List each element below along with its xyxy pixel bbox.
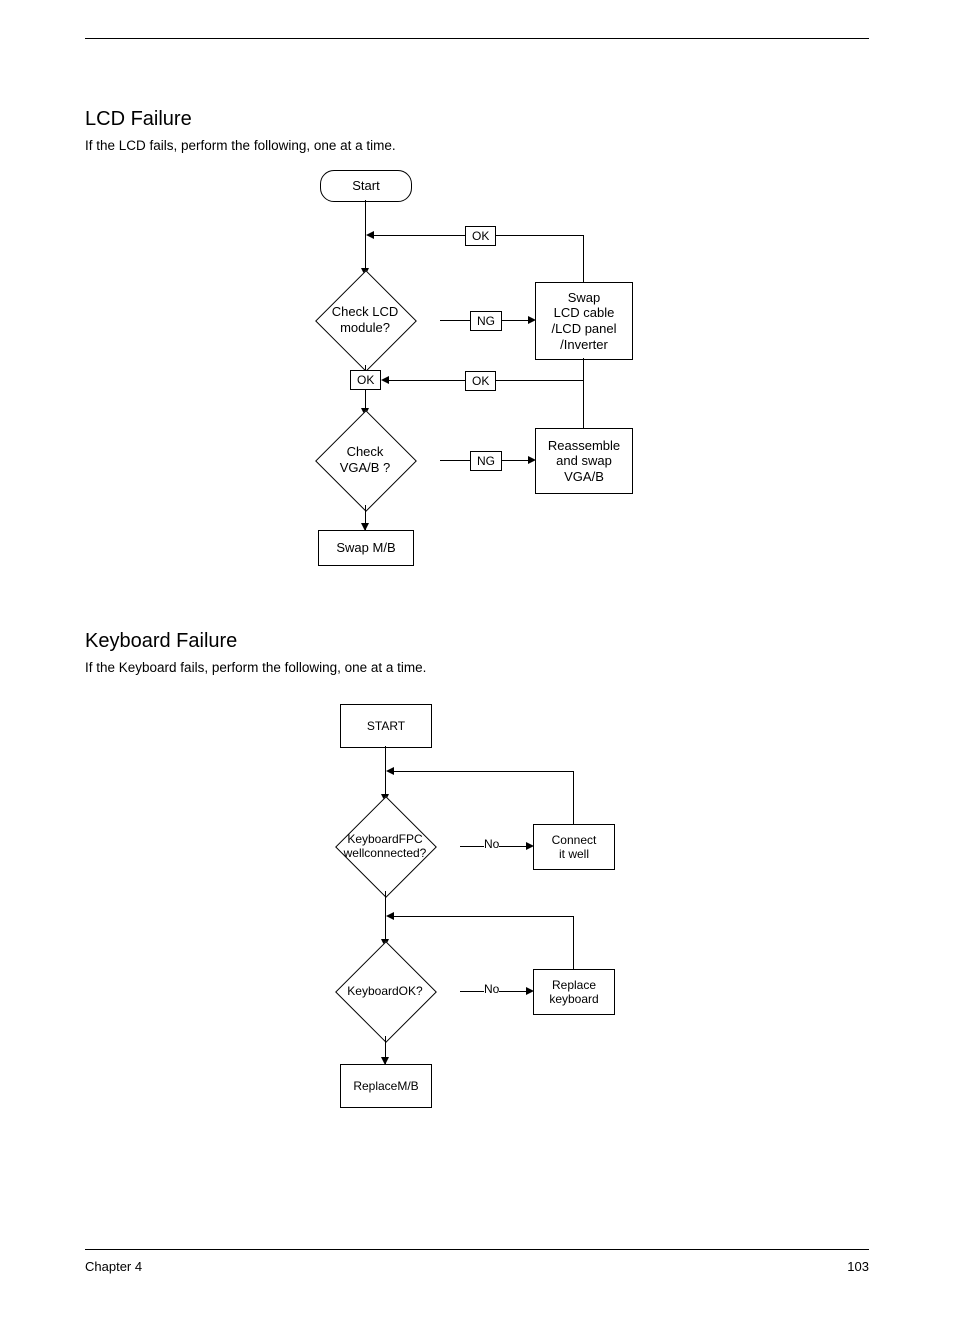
node-text: it well: [559, 847, 589, 861]
node-swap-mb: Swap M/B: [318, 530, 414, 566]
decision-text: Check LCD: [332, 304, 398, 320]
subtext-keyboard: If the Keyboard fails, perform the follo…: [85, 660, 426, 675]
edge: [583, 380, 584, 428]
bottom-rule: [85, 1249, 869, 1250]
node-text: VGA/B: [564, 469, 604, 485]
node-text: /Inverter: [560, 337, 608, 353]
label-ok: OK: [350, 370, 381, 390]
node-start: Start: [320, 170, 412, 202]
node-text: Replace: [552, 978, 596, 992]
edge: [394, 916, 573, 917]
node-text: LCD cable: [554, 305, 615, 321]
footer-chapter: Chapter 4: [85, 1259, 142, 1274]
decision-text: module?: [340, 320, 390, 336]
decision-text: KeyboardFPC: [347, 832, 422, 846]
label-no: No: [484, 837, 499, 851]
decision-lcd-module: Check LCD module?: [290, 275, 440, 365]
edge: [365, 200, 366, 235]
edge: [583, 358, 584, 380]
label-ng: NG: [470, 451, 502, 471]
edge: [573, 916, 574, 969]
top-rule: [85, 38, 869, 39]
node-text: Swap: [568, 290, 601, 306]
decision-text: Check: [347, 444, 384, 460]
arrowhead: [386, 912, 394, 920]
arrowhead: [381, 376, 389, 384]
edge: [394, 771, 573, 772]
label-ok: OK: [465, 371, 496, 391]
edge: [583, 235, 584, 282]
label-ok: OK: [465, 226, 496, 246]
decision-text: VGA/B ?: [340, 460, 391, 476]
decision-kbok: KeyboardOK?: [310, 946, 460, 1036]
decision-text: KeyboardOK?: [347, 984, 422, 998]
decision-fpc: KeyboardFPC wellconnected?: [310, 801, 460, 891]
arrowhead: [366, 231, 374, 239]
node-replace-keyboard: Replace keyboard: [533, 969, 615, 1015]
node-text: /LCD panel: [551, 321, 616, 337]
decision-text: wellconnected?: [344, 846, 427, 860]
node-text: Reassemble: [548, 438, 620, 454]
node-connect-well: Connect it well: [533, 824, 615, 870]
node-text: and swap: [556, 453, 612, 469]
heading-lcd: LCD Failure: [85, 108, 192, 131]
label-ng: NG: [470, 311, 502, 331]
label-no: No: [484, 982, 499, 996]
flowchart-lcd: Start Check LCD module? NG Swap LCD cabl…: [280, 160, 680, 580]
node-replace-mb: ReplaceM/B: [340, 1064, 432, 1108]
flowchart-keyboard: START KeyboardFPC wellconnected? No Conn…: [300, 696, 660, 1126]
node-swap-vga: Reassemble and swap VGA/B: [535, 428, 633, 494]
arrowhead: [386, 767, 394, 775]
heading-keyboard: Keyboard Failure: [85, 630, 237, 653]
edge: [573, 771, 574, 824]
subtext-lcd: If the LCD fails, perform the following,…: [85, 138, 396, 153]
node-text: Connect: [552, 833, 597, 847]
node-text: keyboard: [549, 992, 598, 1006]
footer-page: 103: [847, 1259, 869, 1274]
node-swap-lcd: Swap LCD cable /LCD panel /Inverter: [535, 282, 633, 360]
decision-vga: Check VGA/B ?: [290, 415, 440, 505]
node-start: START: [340, 704, 432, 748]
